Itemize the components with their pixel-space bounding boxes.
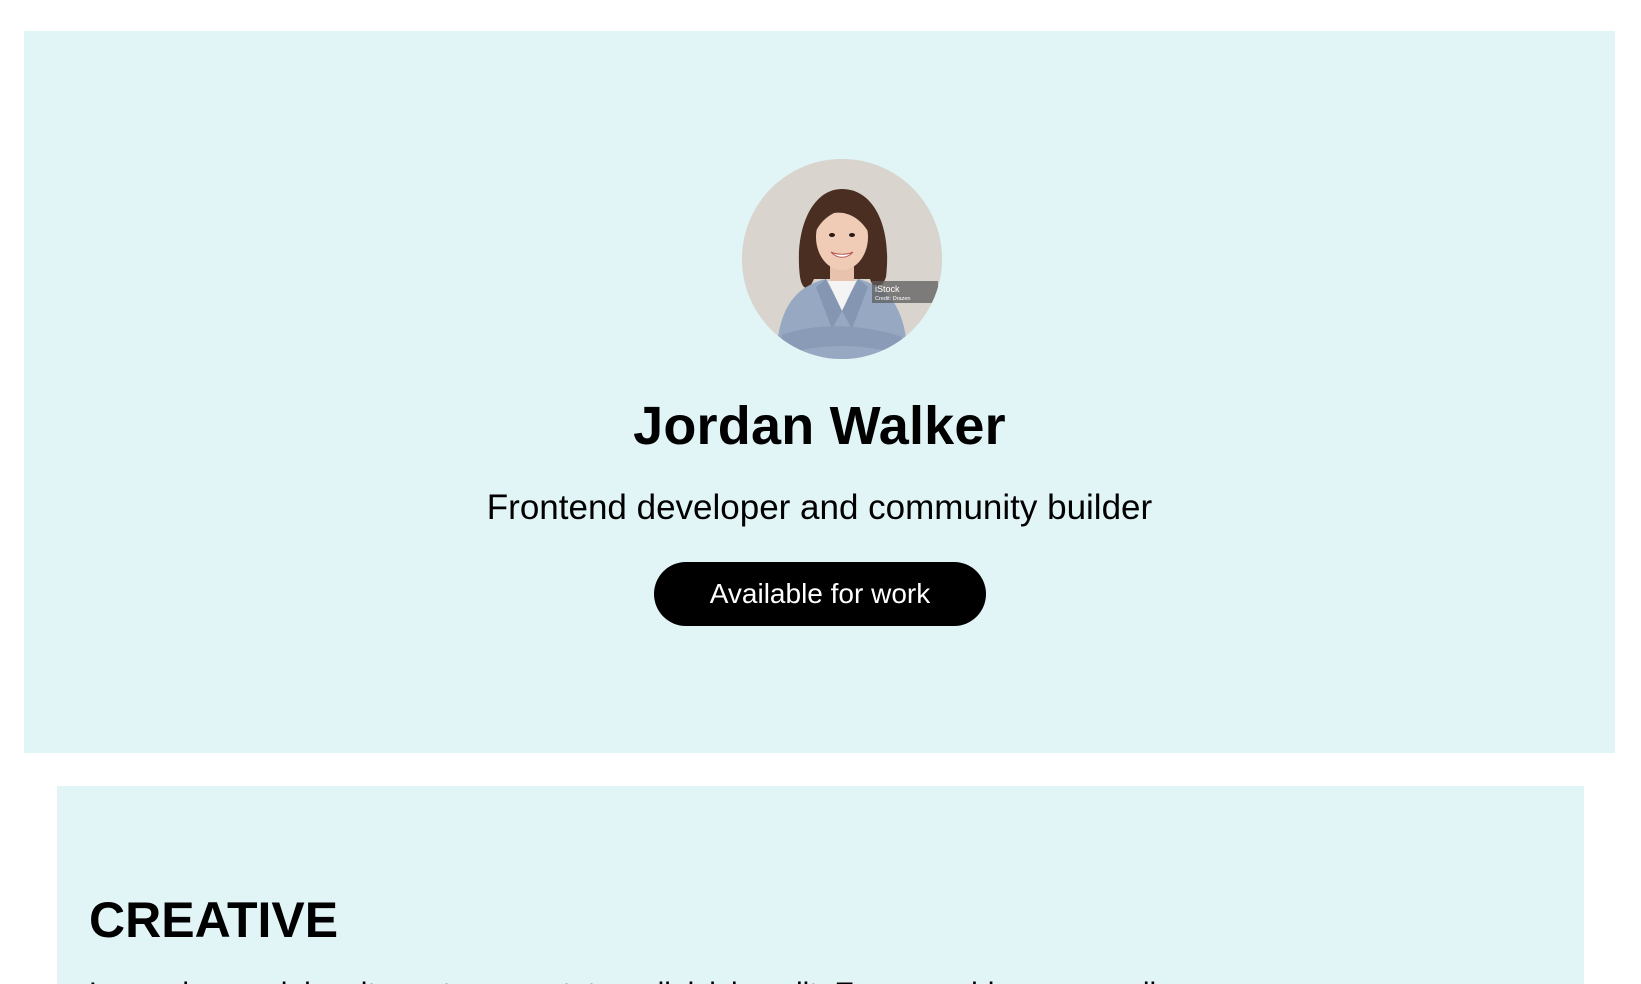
section-title: CREATIVE bbox=[89, 892, 339, 948]
avatar: iStock Credit: Drazen bbox=[742, 159, 942, 359]
profile-name: Jordan Walker bbox=[633, 396, 1006, 456]
profile-tagline: Frontend developer and community builder bbox=[486, 488, 1153, 527]
available-for-work-button[interactable]: Available for work bbox=[654, 562, 986, 626]
avatar-photo: iStock Credit: Drazen bbox=[742, 159, 942, 359]
avatar-credit: Credit: Drazen bbox=[875, 296, 910, 302]
section-text: Lorem ipsum dolor sit amet, consectetur … bbox=[89, 974, 1198, 984]
profile-hero: iStock Credit: Drazen Jordan Walker Fron… bbox=[24, 31, 1615, 753]
creative-section: CREATIVE Lorem ipsum dolor sit amet, con… bbox=[57, 786, 1584, 984]
avatar-watermark: iStock bbox=[875, 284, 900, 294]
